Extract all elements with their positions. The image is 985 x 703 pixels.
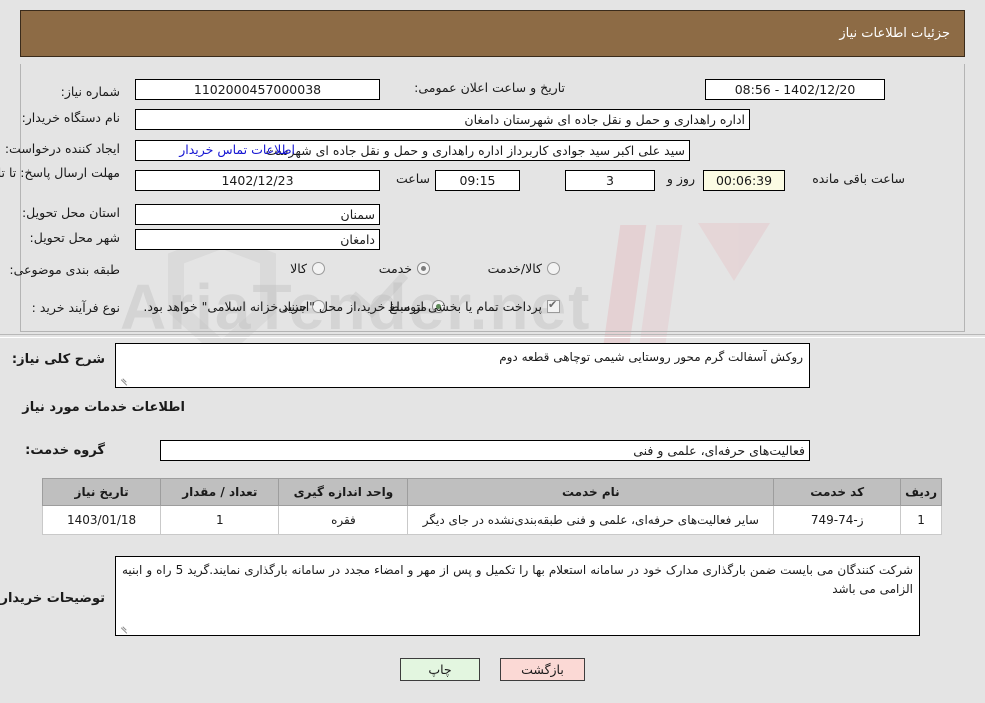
remaining-days-label: روز و xyxy=(666,171,695,186)
back-button[interactable]: بازگشت xyxy=(500,658,585,681)
services-section-title: اطلاعات خدمات مورد نیاز xyxy=(22,400,185,415)
buyer-notes-value: شرکت کنندگان می بایست ضمن بارگذاری مدارک… xyxy=(122,563,913,596)
province-label: استان محل تحویل: xyxy=(21,205,120,220)
treasury-checkbox-label: پرداخت تمام یا بخشی از مبلغ خرید،از محل … xyxy=(143,299,542,314)
category-option-goods[interactable]: کالا xyxy=(285,261,325,276)
category-label-goods-service: کالا/خدمت xyxy=(487,261,542,276)
general-desc-value: روکش آسفالت گرم محور روستایی شیمی توچاهی… xyxy=(499,350,803,364)
cell-date: 1403/01/18 xyxy=(41,505,162,535)
deadline-time-label: ساعت xyxy=(395,171,430,186)
section-divider xyxy=(0,334,985,335)
deadline-label-text: مهلت ارسال پاسخ: تا تاریخ: xyxy=(0,165,120,180)
deadline-label: مهلت ارسال پاسخ: تا تاریخ: xyxy=(0,165,120,181)
public-announce-value: 1402/12/20 - 08:56 xyxy=(705,79,885,100)
cell-code: ز-74-749 xyxy=(773,505,902,535)
city-label: شهر محل تحویل: xyxy=(29,230,120,245)
table-header-row: ردیف کد خدمت نام خدمت واحد اندازه گیری ت… xyxy=(41,478,942,506)
need-details-panel xyxy=(20,64,965,332)
remaining-days-value: 3 xyxy=(565,170,655,191)
deadline-time-value: 09:15 xyxy=(435,170,520,191)
category-label-service: خدمت xyxy=(378,261,412,276)
category-radio-goods[interactable] xyxy=(312,262,325,275)
category-option-service[interactable]: خدمت xyxy=(374,261,430,276)
table-header-unit: واحد اندازه گیری xyxy=(278,478,409,506)
lower-section: شرح کلی نیاز: روکش آسفالت گرم محور روستا… xyxy=(0,338,985,703)
service-group-value: فعالیت‌های حرفه‌ای، علمی و فنی xyxy=(160,440,810,461)
table-row: 1 ز-74-749 سایر فعالیت‌های حرفه‌ای، علمی… xyxy=(41,505,942,535)
category-radio-service[interactable] xyxy=(417,262,430,275)
table-header-row-no: ردیف xyxy=(900,478,942,506)
remaining-clock-value: 00:06:39 xyxy=(703,170,785,191)
cell-qty: 1 xyxy=(160,505,280,535)
category-radio-goods-service[interactable] xyxy=(547,262,560,275)
page-title: جزئیات اطلاعات نیاز xyxy=(839,26,950,41)
need-number-value: 1102000457000038 xyxy=(135,79,380,100)
header-bar: جزئیات اطلاعات نیاز xyxy=(20,10,965,57)
page-root: AriaTender.net جزئیات اطلاعات نیاز شماره… xyxy=(0,0,985,703)
category-option-goods-service[interactable]: کالا/خدمت xyxy=(483,261,560,276)
remaining-suffix-label: ساعت باقی مانده xyxy=(812,171,905,186)
buyer-org-value: اداره راهداری و حمل و نقل جاده ای شهرستا… xyxy=(135,109,750,130)
province-value: سمنان xyxy=(135,204,380,225)
service-group-label: گروه خدمت: xyxy=(25,443,105,458)
need-number-row: شماره نیاز: xyxy=(61,80,120,102)
buyer-notes-label: توضیحات خریدار: xyxy=(0,591,105,606)
cell-unit: فقره xyxy=(278,505,409,535)
category-label-goods: کالا xyxy=(290,261,307,276)
buyer-contact-link[interactable]: اطلاعات تماس خریدار xyxy=(179,142,295,157)
public-announce-label: تاریخ و ساعت اعلان عمومی: xyxy=(414,80,565,95)
table-header-name: نام خدمت xyxy=(407,478,775,506)
treasury-checkbox[interactable] xyxy=(547,298,560,313)
resize-grip-icon[interactable] xyxy=(119,375,129,385)
table-header-date: تاریخ نیاز xyxy=(41,478,162,506)
creator-label: ایجاد کننده درخواست: xyxy=(4,141,120,156)
buyer-org-label: نام دستگاه خریدار: xyxy=(21,110,120,125)
print-button[interactable]: چاپ xyxy=(400,658,480,681)
service-items-table: ردیف کد خدمت نام خدمت واحد اندازه گیری ت… xyxy=(41,478,942,535)
city-value: دامغان xyxy=(135,229,380,250)
deadline-date-value: 1402/12/23 xyxy=(135,170,380,191)
resize-grip-notes-icon[interactable] xyxy=(119,623,129,633)
table-header-qty: تعداد / مقدار xyxy=(160,478,280,506)
treasury-checkbox-group[interactable]: پرداخت تمام یا بخشی از مبلغ خرید،از محل … xyxy=(138,298,560,314)
cell-row-no: 1 xyxy=(900,505,942,535)
cell-name: سایر فعالیت‌های حرفه‌ای، علمی و فنی طبقه… xyxy=(407,505,775,535)
category-label: طبقه بندی موضوعی: xyxy=(9,262,120,277)
table-header-code: کد خدمت xyxy=(773,478,902,506)
need-number-label: شماره نیاز: xyxy=(60,83,120,99)
purchase-type-label: نوع فرآیند خرید : xyxy=(31,300,120,315)
general-desc-label: شرح کلی نیاز: xyxy=(11,352,105,367)
general-desc-textarea[interactable]: روکش آسفالت گرم محور روستایی شیمی توچاهی… xyxy=(115,343,810,388)
buyer-notes-textarea[interactable]: شرکت کنندگان می بایست ضمن بارگذاری مدارک… xyxy=(115,556,920,636)
